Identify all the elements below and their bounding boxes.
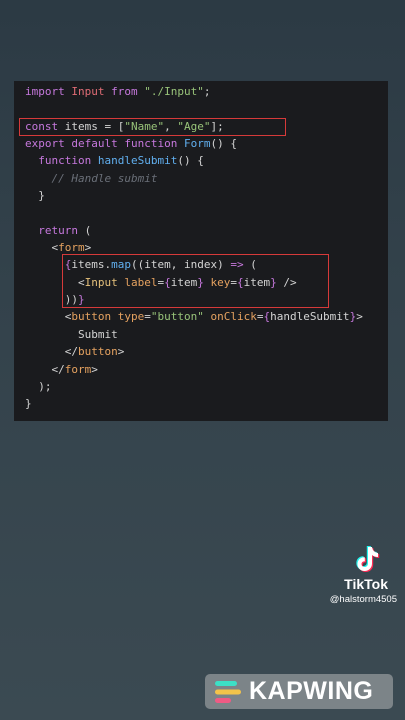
code-token: "./Input" (144, 85, 204, 98)
code-token: Form (183, 137, 211, 151)
code-line: } (25, 187, 363, 204)
kapwing-logo-icon (215, 680, 241, 703)
code-line: } (25, 395, 363, 412)
code-token: button (77, 345, 118, 359)
code-token: } (25, 189, 45, 203)
code-token: > (84, 241, 92, 255)
code-token: button (71, 310, 112, 324)
code-line: Submit (25, 326, 363, 343)
code-token: </ (25, 362, 65, 376)
code-token: Submit (25, 327, 118, 341)
code-token: </ (25, 345, 78, 359)
tiktok-brand-label: TikTok (344, 576, 388, 592)
code-token: () { (177, 154, 204, 168)
code-token: handleSubmit (97, 154, 178, 168)
code-token: handleSubmit (270, 310, 350, 324)
code-token: ; (203, 85, 211, 98)
code-line: ); (25, 378, 363, 395)
code-token: return (38, 223, 78, 237)
code-line: <button type="button" onClick={handleSub… (25, 308, 363, 325)
code-line: </button> (25, 343, 363, 360)
kapwing-label: KAPWING (249, 677, 374, 705)
code-token: () { (210, 137, 237, 151)
code-token: < (25, 310, 72, 324)
code-token: import (25, 85, 65, 98)
code-token: function (38, 154, 92, 168)
code-token: "button" (150, 310, 204, 324)
code-token: type (117, 310, 145, 324)
tiktok-note-icon (356, 546, 380, 572)
code-line: function handleSubmit() { (25, 152, 363, 169)
tiktok-watermark: TikTok @halstorm4505 (297, 544, 397, 605)
code-token: // Handle submit (51, 171, 158, 185)
code-token: < (25, 241, 59, 255)
code-line: </form> (25, 361, 363, 378)
code-token: ( (78, 223, 92, 237)
code-token: > (356, 310, 363, 324)
code-token: } (25, 397, 32, 411)
code-token: default (71, 137, 118, 151)
code-screenshot-panel: import Input from "./Input"; const items… (14, 81, 388, 421)
code-token: function (124, 137, 178, 151)
code-token: = (144, 310, 151, 324)
code-token: Input (71, 85, 105, 98)
code-token: > (117, 345, 125, 359)
tiktok-user-handle: @halstorm4505 (329, 594, 397, 605)
code-token: onClick (210, 310, 257, 324)
code-token: export (25, 137, 65, 151)
kapwing-watermark: KAPWING (205, 674, 393, 709)
code-line: return ( (25, 222, 363, 239)
code-token: form (64, 362, 92, 376)
highlight-box-items-const (19, 118, 286, 136)
code-line: import Input from "./Input"; (25, 83, 363, 100)
code-token: from (111, 85, 138, 98)
code-line: // Handle submit (25, 170, 363, 187)
code-token: > (91, 362, 98, 376)
code-line: export default function Form() { (25, 135, 363, 152)
highlight-box-items-map (62, 254, 329, 308)
code-token: form (58, 241, 85, 255)
code-token: ); (25, 379, 52, 393)
